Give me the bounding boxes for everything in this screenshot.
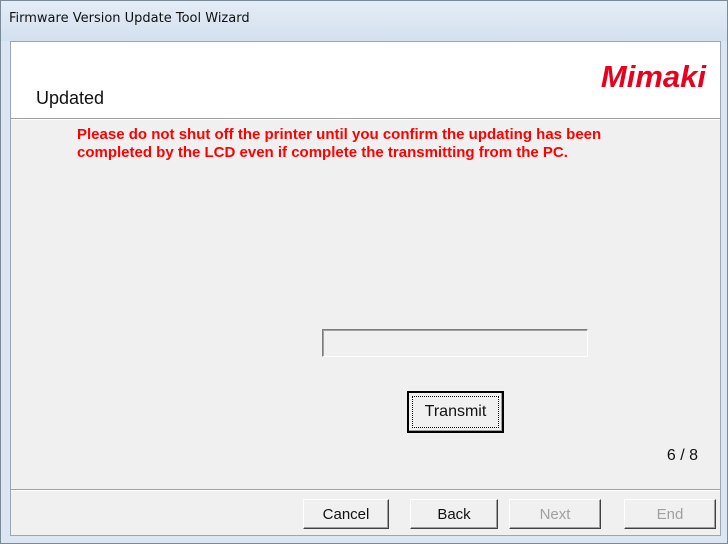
wizard-window: Firmware Version Update Tool Wizard Upda… — [0, 0, 728, 544]
end-button[interactable]: End — [624, 499, 716, 529]
footer-divider — [11, 489, 720, 491]
mimaki-logo: Mimaki — [601, 59, 707, 93]
page-indicator: 6 / 8 — [666, 447, 698, 464]
cancel-button[interactable]: Cancel — [303, 499, 389, 529]
next-button[interactable]: Next — [509, 499, 601, 529]
transmit-button-label: Transmit — [412, 396, 499, 428]
page-title: Updated — [36, 88, 105, 108]
svg-text:Mimaki: Mimaki — [601, 59, 707, 93]
progress-bar — [322, 329, 588, 357]
window-title: Firmware Version Update Tool Wizard — [9, 11, 250, 26]
wizard-header: Updated Mimaki — [11, 42, 720, 118]
title-bar[interactable]: Firmware Version Update Tool Wizard — [1, 1, 727, 41]
wizard-panel: Updated Mimaki Please do not shut off th… — [10, 41, 721, 536]
warning-message: Please do not shut off the printer until… — [77, 126, 602, 161]
header-divider — [11, 118, 720, 120]
transmit-button[interactable]: Transmit — [407, 391, 504, 433]
back-button[interactable]: Back — [410, 499, 498, 529]
